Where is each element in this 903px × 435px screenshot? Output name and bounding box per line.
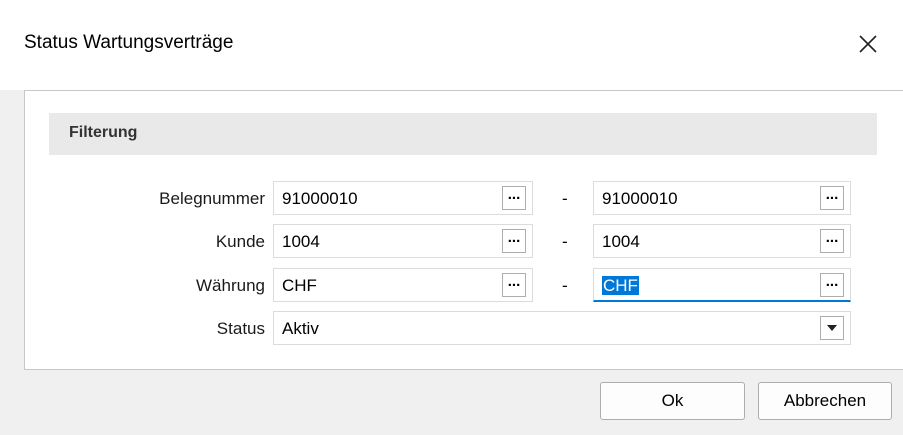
window-title: Status Wartungsverträge [24, 32, 234, 53]
chevron-down-icon [827, 325, 837, 331]
belegnummer-from-lookup-button[interactable]: ... [502, 186, 526, 210]
kunde-to-value: 1004 [602, 232, 640, 251]
belegnummer-from-value: 91000010 [282, 189, 358, 208]
kunde-from-value: 1004 [282, 232, 320, 251]
kunde-to-field[interactable]: 1004 ... [593, 224, 851, 258]
ok-button[interactable]: Ok [600, 382, 745, 420]
belegnummer-to-value: 91000010 [602, 189, 678, 208]
status-dropdown-button[interactable] [820, 316, 844, 340]
kunde-from-lookup-button[interactable]: ... [502, 229, 526, 253]
waehrung-to-lookup-button[interactable]: ... [820, 273, 844, 297]
waehrung-from-field[interactable]: CHF ... [273, 268, 533, 302]
waehrung-range-separator: - [562, 276, 568, 295]
close-icon [859, 35, 877, 53]
kunde-range-separator: - [562, 232, 568, 251]
belegnummer-from-field[interactable]: 91000010 ... [273, 181, 533, 215]
waehrung-from-value: CHF [282, 276, 317, 295]
belegnummer-label: Belegnummer [159, 189, 265, 208]
group-title: Filterung [69, 124, 138, 141]
kunde-from-field[interactable]: 1004 ... [273, 224, 533, 258]
belegnummer-to-field[interactable]: 91000010 ... [593, 181, 851, 215]
waehrung-label: Währung [196, 276, 265, 295]
group-header: Filterung [49, 113, 877, 155]
waehrung-to-field[interactable]: CHF ... [593, 268, 851, 302]
status-select[interactable]: Aktiv [273, 311, 851, 345]
cancel-button[interactable]: Abbrechen [758, 382, 892, 420]
filter-panel: Filterung Belegnummer 91000010 ... - 910… [24, 90, 903, 370]
waehrung-to-value: CHF [602, 276, 639, 295]
waehrung-from-lookup-button[interactable]: ... [502, 273, 526, 297]
belegnummer-to-lookup-button[interactable]: ... [820, 186, 844, 210]
status-value: Aktiv [282, 319, 319, 338]
close-button[interactable] [850, 26, 886, 62]
kunde-to-lookup-button[interactable]: ... [820, 229, 844, 253]
status-label: Status [216, 319, 265, 338]
kunde-label: Kunde [215, 232, 265, 251]
belegnummer-range-separator: - [562, 189, 568, 208]
title-bar: Status Wartungsverträge [0, 0, 903, 90]
